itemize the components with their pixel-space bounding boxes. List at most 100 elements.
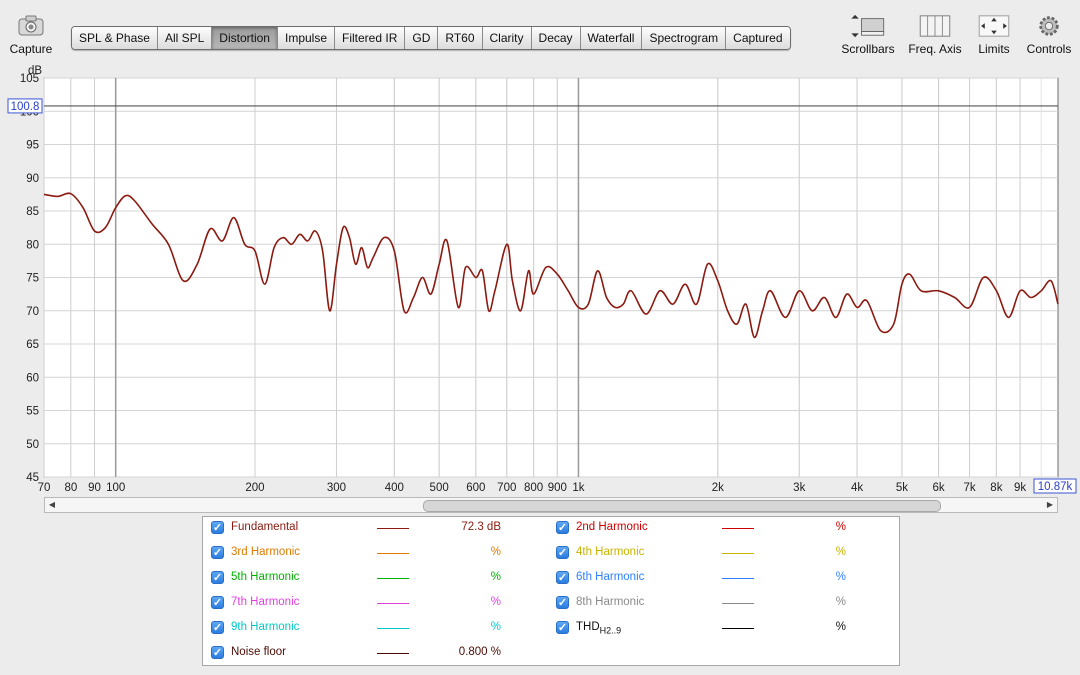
legend-checkbox[interactable]: ✓ <box>211 646 224 659</box>
x-tick-label: 5k <box>896 482 908 494</box>
y-tick-label: 95 <box>26 140 39 152</box>
x-tick-label: 600 <box>466 482 485 494</box>
tab-spectrogram[interactable]: Spectrogram <box>642 27 727 49</box>
legend-checkbox[interactable]: ✓ <box>211 546 224 559</box>
x-tick-label: 8k <box>990 482 1002 494</box>
x-tick-label: 2k <box>712 482 724 494</box>
legend-checkbox[interactable]: ✓ <box>556 621 569 634</box>
horizontal-scrollbar[interactable]: ◀ ▶ <box>44 497 1058 513</box>
controls-tool[interactable]: Controls <box>1014 14 1080 56</box>
x-tick-label: 700 <box>497 482 516 494</box>
toolbar: Capture SPL & Phase All SPL Distortion Impu… <box>0 0 1080 66</box>
legend-label-text: THD <box>576 621 600 633</box>
y-unit-label: dB <box>28 65 42 77</box>
y-tick-label: 75 <box>26 273 39 285</box>
legend-value: % <box>490 596 501 608</box>
legend-item-3rd-harmonic: ✓ 3rd Harmonic% <box>211 545 541 563</box>
gear-icon <box>1039 16 1059 36</box>
scroll-right-icon[interactable]: ▶ <box>1043 498 1057 512</box>
legend-value: % <box>835 546 846 558</box>
x-tick-label: 300 <box>327 482 346 494</box>
legend-line-swatch <box>377 628 409 629</box>
tab-filtered-ir[interactable]: Filtered IR <box>335 27 406 49</box>
legend-panel: ✓ Fundamental 72.3 dB ✓ 2nd Harmonic% ✓ 3rd Ha… <box>202 516 900 666</box>
legend-label-text: Fundamental <box>231 521 299 533</box>
legend-checkbox[interactable]: ✓ <box>556 521 569 534</box>
legend-value: % <box>835 521 846 533</box>
tab-waterfall[interactable]: Waterfall <box>580 27 643 49</box>
legend-item-6th-harmonic: ✓ 6th Harmonic% <box>556 570 886 588</box>
camera-icon <box>18 15 44 36</box>
legend-item-5th-harmonic: ✓ 5th Harmonic% <box>211 570 541 588</box>
tab-spl-phase[interactable]: SPL & Phase <box>72 27 158 49</box>
legend-label: 8th Harmonic <box>576 596 644 608</box>
legend-item-fundamental: ✓ Fundamental 72.3 dB <box>211 520 541 538</box>
y-tick-label: 60 <box>26 372 39 384</box>
tab-decay[interactable]: Decay <box>531 27 581 49</box>
legend-value: % <box>490 546 501 558</box>
x-tick-label: 900 <box>548 482 567 494</box>
tab-gd[interactable]: GD <box>405 27 439 49</box>
scrollbars-tool[interactable]: Scrollbars <box>832 14 904 56</box>
scroll-left-icon[interactable]: ◀ <box>45 498 59 512</box>
legend-item-noise-floor: ✓ Noise floor 0.800 % <box>211 645 541 663</box>
x-tick-label: 1k <box>572 482 584 494</box>
freq-axis-icon <box>919 15 951 37</box>
scroll-thumb[interactable] <box>423 500 941 512</box>
tab-impulse[interactable]: Impulse <box>277 27 336 49</box>
legend-label-sub: H2..9 <box>599 625 622 636</box>
legend-label-text: 3rd Harmonic <box>231 546 301 558</box>
x-tick-label: 80 <box>64 482 77 494</box>
legend-line-swatch <box>377 653 409 654</box>
legend-item-9th-harmonic: ✓ 9th Harmonic% <box>211 620 541 638</box>
legend-checkbox[interactable]: ✓ <box>556 571 569 584</box>
distortion-chart[interactable]: 1051009590858075706560555045708090100200… <box>0 64 1080 494</box>
legend-value: 0.800 % <box>458 646 501 658</box>
legend-checkbox[interactable]: ✓ <box>211 571 224 584</box>
legend-checkbox[interactable]: ✓ <box>556 546 569 559</box>
legend-checkbox[interactable]: ✓ <box>211 521 224 534</box>
y-tick-label: 55 <box>26 406 39 418</box>
legend-label: 2nd Harmonic <box>576 521 648 533</box>
legend-label: 7th Harmonic <box>231 596 299 608</box>
capture-tool[interactable]: Capture <box>0 14 66 56</box>
legend-checkbox[interactable]: ✓ <box>211 596 224 609</box>
tab-distortion[interactable]: Distortion <box>212 27 278 49</box>
legend-label-text: 8th Harmonic <box>576 596 645 608</box>
legend-value: % <box>835 596 846 608</box>
tab-captured[interactable]: Captured <box>726 27 790 49</box>
legend-line-swatch <box>377 578 409 579</box>
y-tick-label: 70 <box>26 306 39 318</box>
legend-label: Noise floor <box>231 646 286 658</box>
x-tick-label: 7k <box>963 482 975 494</box>
limits-icon <box>978 15 1010 37</box>
legend-label-text: 4th Harmonic <box>576 546 645 558</box>
legend-label-text: 2nd Harmonic <box>576 521 648 533</box>
x-tick-label: 9k <box>1014 482 1026 494</box>
legend-value: 72.3 dB <box>461 521 501 533</box>
x-tick-label: 3k <box>793 482 805 494</box>
y-tick-label: 50 <box>26 439 39 451</box>
legend-checkbox[interactable]: ✓ <box>556 596 569 609</box>
tab-bar: SPL & Phase All SPL Distortion Impulse Filte… <box>71 26 791 50</box>
legend-checkbox[interactable]: ✓ <box>211 621 224 634</box>
legend-line-swatch <box>377 603 409 604</box>
tab-rt60[interactable]: RT60 <box>438 27 483 49</box>
legend-value: % <box>835 571 846 583</box>
legend-line-swatch <box>377 553 409 554</box>
legend-item-7th-harmonic: ✓ 7th Harmonic% <box>211 595 541 613</box>
legend-item-2nd-harmonic: ✓ 2nd Harmonic% <box>556 520 886 538</box>
y-tick-label: 90 <box>26 173 39 185</box>
legend-item-thd: ✓ THDH2..9% <box>556 620 886 638</box>
legend-line-swatch <box>722 528 754 529</box>
legend-label-text: Noise floor <box>231 646 286 658</box>
legend-label: 4th Harmonic <box>576 546 644 558</box>
chart-svg[interactable]: 1051009590858075706560555045708090100200… <box>0 64 1080 494</box>
legend-line-swatch <box>722 603 754 604</box>
x-tick-label: 500 <box>430 482 449 494</box>
scrollbars-icon <box>851 14 885 38</box>
tab-all-spl[interactable]: All SPL <box>157 27 213 49</box>
x-tick-label: 4k <box>851 482 863 494</box>
tab-clarity[interactable]: Clarity <box>482 27 532 49</box>
legend-label: THDH2..9 <box>576 621 621 635</box>
